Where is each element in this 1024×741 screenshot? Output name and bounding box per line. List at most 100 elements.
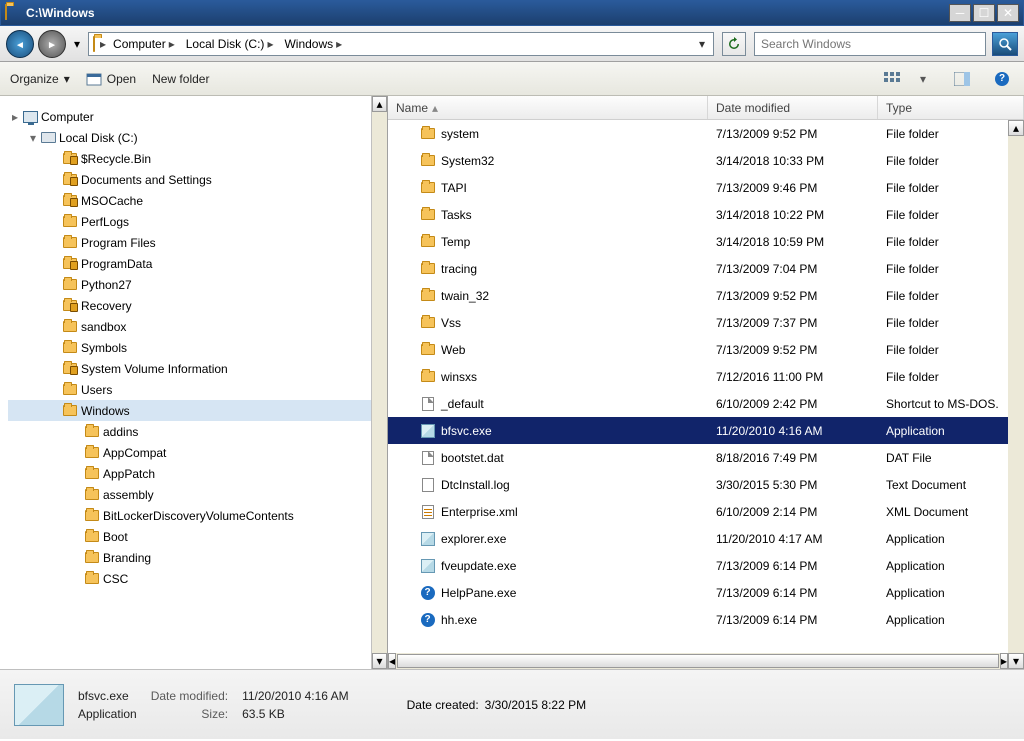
details-modified-label: Date modified: xyxy=(151,689,228,703)
tree-item[interactable]: Program Files xyxy=(8,232,387,253)
search-button[interactable] xyxy=(992,32,1018,56)
scroll-left-button[interactable]: ◂ xyxy=(388,653,396,669)
details-created-value: 3/30/2015 8:22 PM xyxy=(485,698,586,712)
open-icon xyxy=(86,71,102,87)
tree-item[interactable]: ProgramData xyxy=(8,253,387,274)
file-row[interactable]: _default6/10/2009 2:42 PMShortcut to MS-… xyxy=(388,390,1024,417)
scroll-right-button[interactable]: ▸ xyxy=(1000,653,1008,669)
scroll-down-button[interactable] xyxy=(372,653,387,669)
tree-item-label: sandbox xyxy=(81,320,126,334)
file-date: 7/13/2009 9:52 PM xyxy=(708,289,878,303)
breadcrumb-localdisk[interactable]: Local Disk (C:) xyxy=(186,37,265,51)
file-large-icon xyxy=(14,684,64,726)
tree-item[interactable]: Symbols xyxy=(8,337,387,358)
breadcrumb-computer[interactable]: Computer xyxy=(113,37,166,51)
file-row[interactable]: ?HelpPane.exe7/13/2009 6:14 PMApplicatio… xyxy=(388,579,1024,606)
tree-item-label: BitLockerDiscoveryVolumeContents xyxy=(103,509,294,523)
tree-item[interactable]: addins xyxy=(8,421,387,442)
search-input[interactable] xyxy=(755,37,985,51)
folder-icon xyxy=(420,180,435,195)
folder-icon xyxy=(84,571,100,587)
tree-item[interactable]: MSOCache xyxy=(8,190,387,211)
folder-window-icon xyxy=(5,5,21,21)
breadcrumb-windows[interactable]: Windows xyxy=(284,37,333,51)
list-vscrollbar[interactable] xyxy=(1008,120,1024,669)
refresh-button[interactable] xyxy=(722,32,746,56)
file-row[interactable]: DtcInstall.log3/30/2015 5:30 PMText Docu… xyxy=(388,471,1024,498)
open-button[interactable]: Open xyxy=(86,71,136,87)
tree-item-label: PerfLogs xyxy=(81,215,129,229)
tree-item-label: System Volume Information xyxy=(81,362,228,376)
drive-icon xyxy=(40,130,56,146)
view-dropdown[interactable] xyxy=(920,72,926,86)
tree-item[interactable]: Users xyxy=(8,379,387,400)
file-row[interactable]: winsxs7/12/2016 11:00 PMFile folder xyxy=(388,363,1024,390)
tree-scrollbar[interactable] xyxy=(371,96,387,669)
breadcrumb-separator[interactable]: ▸ xyxy=(264,37,276,51)
file-row[interactable]: TAPI7/13/2009 9:46 PMFile folder xyxy=(388,174,1024,201)
list-hscrollbar[interactable]: ◂ ▸ xyxy=(388,653,1008,669)
scroll-up-button[interactable] xyxy=(372,96,387,112)
tree-item[interactable]: BitLockerDiscoveryVolumeContents xyxy=(8,505,387,526)
column-header-name[interactable]: Name ▴ xyxy=(388,96,708,119)
file-row[interactable]: bfsvc.exe11/20/2010 4:16 AMApplication xyxy=(388,417,1024,444)
file-name: twain_32 xyxy=(441,289,489,303)
address-dropdown[interactable] xyxy=(693,37,711,51)
file-row[interactable]: Vss7/13/2009 7:37 PMFile folder xyxy=(388,309,1024,336)
tree-item[interactable]: CSC xyxy=(8,568,387,589)
close-button[interactable]: ✕ xyxy=(997,4,1019,22)
tree-item[interactable]: PerfLogs xyxy=(8,211,387,232)
tree-item[interactable]: ▾Local Disk (C:) xyxy=(8,127,387,148)
tree-item-label: Branding xyxy=(103,551,151,565)
tree-item[interactable]: Windows xyxy=(8,400,387,421)
breadcrumb-separator[interactable]: ▸ xyxy=(333,37,345,51)
file-row[interactable]: fveupdate.exe7/13/2009 6:14 PMApplicatio… xyxy=(388,552,1024,579)
forward-button[interactable] xyxy=(38,30,66,58)
tree-item[interactable]: Documents and Settings xyxy=(8,169,387,190)
help-button[interactable]: ? xyxy=(990,68,1014,90)
breadcrumb-separator[interactable]: ▸ xyxy=(97,37,109,51)
tree-item[interactable]: Python27 xyxy=(8,274,387,295)
tree-item[interactable]: $Recycle.Bin xyxy=(8,148,387,169)
file-row[interactable]: Enterprise.xml6/10/2009 2:14 PMXML Docum… xyxy=(388,498,1024,525)
doc-icon xyxy=(420,450,435,465)
column-header-type[interactable]: Type xyxy=(878,96,1024,119)
file-row[interactable]: tracing7/13/2009 7:04 PMFile folder xyxy=(388,255,1024,282)
scroll-up-button[interactable] xyxy=(1008,120,1024,136)
breadcrumb-separator[interactable]: ▸ xyxy=(166,37,178,51)
file-row[interactable]: bootstet.dat8/18/2016 7:49 PMDAT File xyxy=(388,444,1024,471)
tree-item[interactable]: Boot xyxy=(8,526,387,547)
organize-menu[interactable]: Organize xyxy=(10,72,70,86)
tree-item[interactable]: AppPatch xyxy=(8,463,387,484)
tree-item[interactable]: AppCompat xyxy=(8,442,387,463)
tree-item[interactable]: ▸Computer xyxy=(8,106,387,127)
preview-pane-button[interactable] xyxy=(950,68,974,90)
file-date: 7/13/2009 9:52 PM xyxy=(708,343,878,357)
back-button[interactable] xyxy=(6,30,34,58)
nav-history-dropdown[interactable] xyxy=(70,30,84,58)
file-row[interactable]: system7/13/2009 9:52 PMFile folder xyxy=(388,120,1024,147)
minimize-button[interactable]: ─ xyxy=(949,4,971,22)
tree-item[interactable]: sandbox xyxy=(8,316,387,337)
tree-item[interactable]: System Volume Information xyxy=(8,358,387,379)
search-box[interactable] xyxy=(754,32,986,56)
file-row[interactable]: explorer.exe11/20/2010 4:17 AMApplicatio… xyxy=(388,525,1024,552)
file-row[interactable]: Temp3/14/2018 10:59 PMFile folder xyxy=(388,228,1024,255)
view-options-button[interactable] xyxy=(880,68,904,90)
new-folder-button[interactable]: New folder xyxy=(152,72,209,86)
file-row[interactable]: Tasks3/14/2018 10:22 PMFile folder xyxy=(388,201,1024,228)
tree-item[interactable]: Branding xyxy=(8,547,387,568)
tree-item[interactable]: assembly xyxy=(8,484,387,505)
file-row[interactable]: twain_327/13/2009 9:52 PMFile folder xyxy=(388,282,1024,309)
file-row[interactable]: ?hh.exe7/13/2009 6:14 PMApplication xyxy=(388,606,1024,633)
file-row[interactable]: System323/14/2018 10:33 PMFile folder xyxy=(388,147,1024,174)
column-header-date[interactable]: Date modified xyxy=(708,96,878,119)
expander-icon[interactable]: ▸ xyxy=(8,110,22,124)
scroll-down-button[interactable] xyxy=(1008,653,1024,669)
maximize-button[interactable]: ☐ xyxy=(973,4,995,22)
address-bar[interactable]: ▸ Computer▸ Local Disk (C:)▸ Windows▸ xyxy=(88,32,714,56)
tree-item[interactable]: Recovery xyxy=(8,295,387,316)
expander-icon[interactable]: ▾ xyxy=(26,131,40,145)
tree-item-label: Recovery xyxy=(81,299,132,313)
file-row[interactable]: Web7/13/2009 9:52 PMFile folder xyxy=(388,336,1024,363)
